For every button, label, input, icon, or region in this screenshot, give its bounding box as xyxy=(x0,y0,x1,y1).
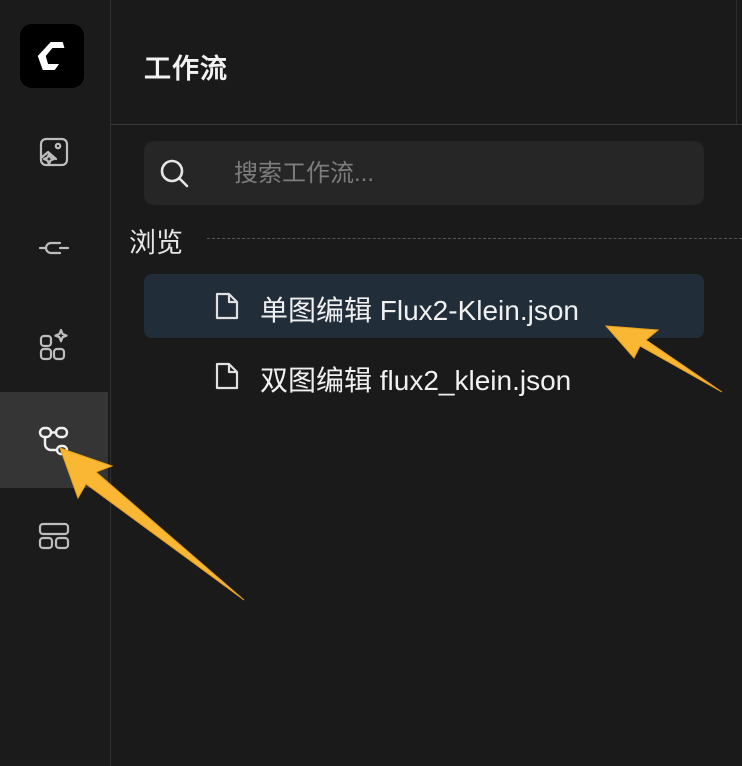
rail-button-layouts[interactable] xyxy=(0,488,108,584)
file-icon xyxy=(215,362,239,390)
file-item[interactable]: 单图编辑 Flux2-Klein.json xyxy=(144,274,704,338)
apps-sparkle-icon xyxy=(39,328,68,361)
header-divider-vertical xyxy=(736,0,737,124)
file-name: 双图编辑 flux2_klein.json xyxy=(260,365,572,396)
workflow-icon xyxy=(38,426,69,456)
rail-button-workflows[interactable] xyxy=(0,392,108,488)
section-label-browse: 浏览 xyxy=(129,228,183,258)
section-divider xyxy=(207,238,742,239)
app-logo[interactable] xyxy=(20,24,84,88)
icon-rail xyxy=(0,0,111,766)
file-icon xyxy=(215,292,239,320)
panel-title: 工作流 xyxy=(144,54,228,84)
connector-icon xyxy=(38,241,70,255)
search-input[interactable] xyxy=(232,141,696,207)
rail-button-apps[interactable] xyxy=(0,296,108,392)
file-item[interactable]: 双图编辑 flux2_klein.json xyxy=(144,344,704,408)
file-name: 单图编辑 Flux2-Klein.json xyxy=(260,295,579,326)
search-icon xyxy=(160,159,189,188)
search-box[interactable] xyxy=(144,141,704,207)
logo-c-icon xyxy=(37,42,65,70)
workflow-panel: 工作流 浏览 单图编辑 Flux2-Klein.json 双图编辑 flux2_… xyxy=(111,0,742,766)
rail-button-images[interactable] xyxy=(0,104,108,200)
image-sparkle-icon xyxy=(39,137,69,167)
rail-button-nodes[interactable] xyxy=(0,200,108,296)
header-divider xyxy=(111,124,742,125)
layout-icon xyxy=(38,522,70,550)
